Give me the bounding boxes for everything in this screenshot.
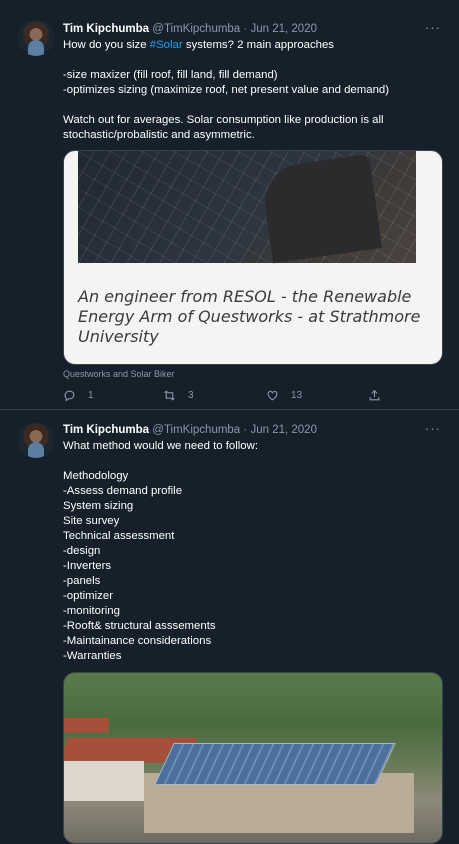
author-name[interactable]: Tim Kipchumba xyxy=(63,424,149,436)
text-line: System sizing xyxy=(63,500,134,512)
share-button[interactable] xyxy=(368,389,393,402)
tweet-actions: 1 3 13 xyxy=(63,389,393,405)
retweet-button[interactable]: 3 xyxy=(163,389,194,402)
text-line: Watch out for averages. Solar consumptio… xyxy=(63,114,384,126)
text-line: -Rooft& structural asssements xyxy=(63,620,216,632)
tweet-text: How do you size #Solar systems? 2 main a… xyxy=(63,38,443,143)
text-line: -Warranties xyxy=(63,650,122,662)
text-line: Methodology xyxy=(63,470,129,482)
text-line: stochastic/probalistic and asymmetric. xyxy=(63,129,255,141)
text-line: What method would we need to follow: xyxy=(63,440,259,452)
like-button[interactable]: 13 xyxy=(266,389,302,402)
media-card[interactable]: An engineer from RESOL - the Renewable E… xyxy=(63,150,443,365)
media-card[interactable] xyxy=(63,672,443,844)
separator: · xyxy=(243,23,248,35)
tweet-text: What method would we need to follow: Met… xyxy=(63,439,443,664)
image-caption: An engineer from RESOL - the Renewable E… xyxy=(78,287,421,346)
text-line: -size maxizer (fill roof, fill land, fil… xyxy=(63,69,278,81)
like-icon xyxy=(267,390,278,401)
text-line: -optimizer xyxy=(63,590,114,602)
text-line: -Inverters xyxy=(63,560,112,572)
avatar[interactable] xyxy=(18,422,54,458)
more-icon[interactable]: ··· xyxy=(425,20,441,35)
text-line: -design xyxy=(63,545,101,557)
solar-roof-shape xyxy=(154,743,396,785)
share-icon xyxy=(369,389,380,401)
solar-panel-photo xyxy=(78,151,416,263)
text-line: -Maintainance considerations xyxy=(63,635,212,647)
text-line: Site survey xyxy=(63,515,120,527)
hashtag-link[interactable]: #Solar xyxy=(150,39,183,51)
text-segment: How do you size xyxy=(63,39,150,51)
retweet-count: 3 xyxy=(188,390,194,401)
roof-shape xyxy=(64,718,109,733)
more-icon[interactable]: ··· xyxy=(425,421,441,436)
avatar[interactable] xyxy=(18,20,54,56)
tweet-date[interactable]: Jun 21, 2020 xyxy=(250,424,317,436)
retweet-icon xyxy=(164,390,175,401)
media-attribution[interactable]: Questworks and Solar Biker xyxy=(63,369,175,379)
text-line: -optimizes sizing (maximize roof, net pr… xyxy=(63,84,390,96)
text-line: -monitoring xyxy=(63,605,120,617)
text-segment: systems? 2 main approaches xyxy=(182,39,335,51)
author-name[interactable]: Tim Kipchumba xyxy=(63,23,149,35)
tweet-header: Tim Kipchumba @TimKipchumba · Jun 21, 20… xyxy=(63,23,317,35)
reply-count: 1 xyxy=(88,390,94,401)
text-line: -Assess demand profile xyxy=(63,485,183,497)
tweet-date[interactable]: Jun 21, 2020 xyxy=(250,23,317,35)
like-count: 13 xyxy=(291,390,303,401)
tweet[interactable]: Tim Kipchumba @TimKipchumba · Jun 21, 20… xyxy=(0,0,459,410)
text-line: -panels xyxy=(63,575,101,587)
separator: · xyxy=(243,424,248,436)
reply-icon xyxy=(64,390,75,402)
tweet-header: Tim Kipchumba @TimKipchumba · Jun 21, 20… xyxy=(63,424,317,436)
reply-button[interactable]: 1 xyxy=(63,389,94,402)
author-handle[interactable]: @TimKipchumba xyxy=(152,23,240,35)
author-handle[interactable]: @TimKipchumba xyxy=(152,424,240,436)
text-line: Technical assessment xyxy=(63,530,175,542)
building-shape xyxy=(64,761,144,801)
